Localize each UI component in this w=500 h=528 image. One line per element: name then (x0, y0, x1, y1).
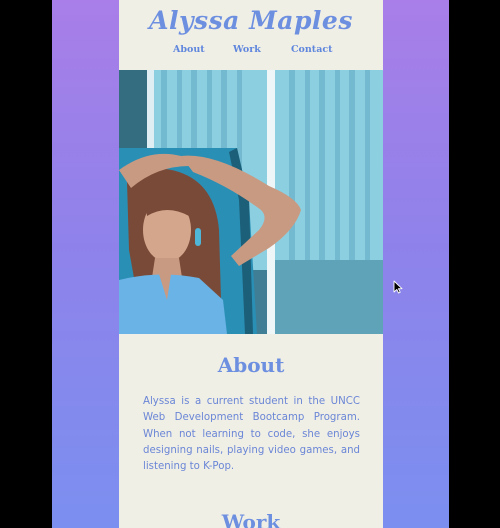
work-heading: Work (221, 510, 281, 528)
mouse-pointer-icon (393, 279, 403, 294)
about-paragraph: Alyssa is a current student in the UNCC … (143, 396, 360, 473)
nav-link-about[interactable]: About (173, 44, 205, 55)
hero-portrait-photo (119, 70, 383, 334)
about-heading: About (217, 353, 285, 377)
site-title: Alyssa Maples (149, 6, 353, 35)
main-nav: About Work Contact (119, 44, 383, 58)
nav-link-work[interactable]: Work (233, 44, 261, 55)
content-card: Alyssa Maples About Work Contact About A… (119, 0, 383, 528)
nav-link-contact[interactable]: Contact (291, 44, 333, 55)
page-viewport: Alyssa Maples About Work Contact About A… (52, 0, 449, 528)
